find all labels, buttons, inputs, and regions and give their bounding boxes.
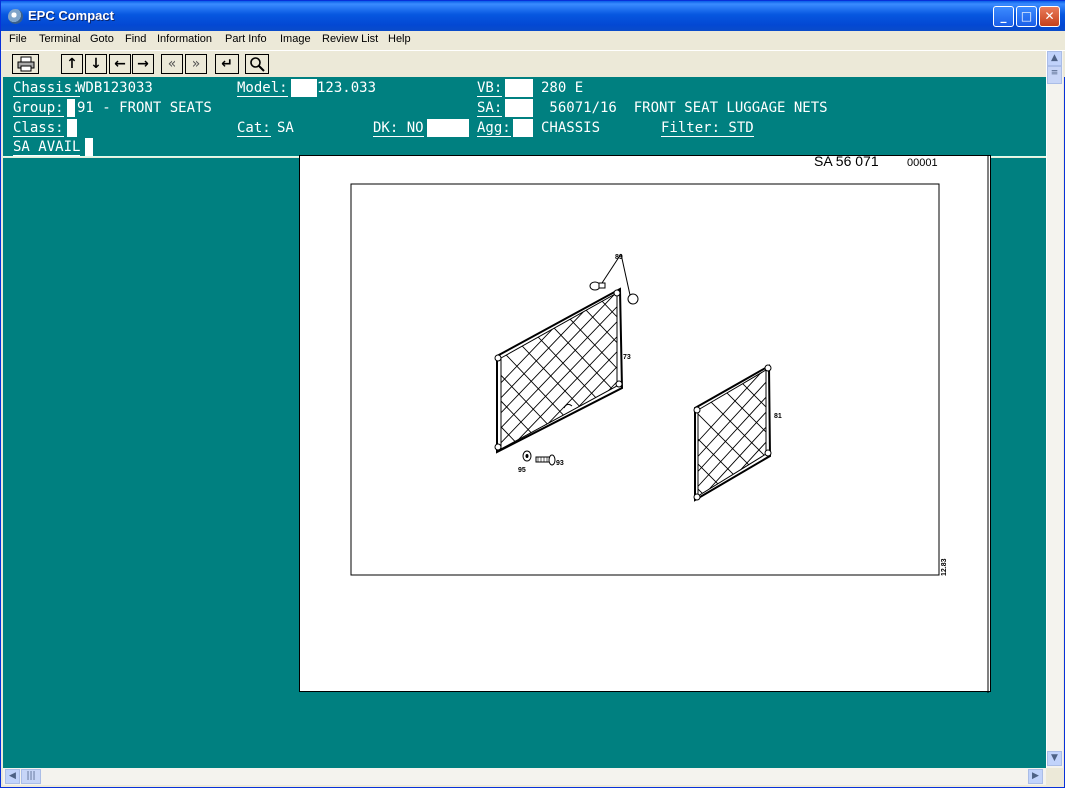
menu-file[interactable]: File <box>9 33 27 45</box>
menu-review-list[interactable]: Review List <box>322 33 378 45</box>
first-page-button[interactable]: « <box>161 54 183 74</box>
drawing-svg: SA 56 071 00001 12.83 89 73 81 95 93 <box>350 153 989 693</box>
menu-bar: File Terminal Goto Find Information Part… <box>1 31 1065 50</box>
group-label: Group: <box>13 100 64 117</box>
callout-81: 81 <box>774 413 782 420</box>
search-button[interactable] <box>245 54 269 74</box>
menu-goto[interactable]: Goto <box>90 33 114 45</box>
dk-label: DK: NO <box>373 120 424 137</box>
scroll-right-button[interactable]: ▶ <box>1028 769 1043 784</box>
search-icon <box>250 57 265 72</box>
small-luggage-net <box>693 364 772 502</box>
cat-label: Cat: <box>237 120 271 137</box>
vb-field-box <box>505 79 533 97</box>
scroll-left-button[interactable]: ◀ <box>5 769 20 784</box>
minimize-button[interactable]: _ <box>993 6 1014 27</box>
class-field-box <box>67 119 77 137</box>
menu-information[interactable]: Information <box>157 33 212 45</box>
horizontal-scroll-thumb[interactable]: ||| <box>21 769 41 784</box>
scrollbar-corner <box>1046 768 1063 785</box>
down-arrow-icon: ↓ <box>90 56 102 72</box>
agg-label: Agg: <box>477 120 511 137</box>
chassis-label: Chassis: <box>13 80 81 97</box>
drawing-ref: SA 56 071 <box>814 156 879 169</box>
screw-and-washer <box>522 450 556 466</box>
vertical-scrollbar[interactable]: ▲ ≡ ▼ <box>1046 51 1063 768</box>
menu-terminal[interactable]: Terminal <box>39 33 81 45</box>
up-arrow-icon: ↑ <box>66 56 78 72</box>
double-left-icon: « <box>167 56 177 72</box>
callout-95: 95 <box>518 467 526 474</box>
app-window: EPC Compact _ □ ✕ File Terminal Goto Fin… <box>0 0 1065 788</box>
sa-label: SA: <box>477 100 503 117</box>
app-icon <box>8 9 23 24</box>
enter-icon: ↵ <box>221 56 233 72</box>
agg-field-box <box>513 119 533 137</box>
menu-image[interactable]: Image <box>280 33 311 45</box>
double-right-icon: » <box>191 56 201 72</box>
large-luggage-net <box>494 287 624 454</box>
toolbar: ↑ ↓ ← → « » ↵ <box>1 50 1065 77</box>
model-value: 123.033 <box>317 80 377 96</box>
left-arrow-button[interactable]: ← <box>109 54 131 74</box>
vb-value: 280 E <box>541 80 584 96</box>
menu-help[interactable]: Help <box>388 33 411 45</box>
group-field-box <box>67 99 75 117</box>
parts-drawing[interactable]: SA 56 071 00001 12.83 89 73 81 95 93 <box>299 153 991 693</box>
sa-avail-label: SA AVAIL <box>13 139 81 156</box>
cat-value: SA <box>277 120 294 136</box>
window-title: EPC Compact <box>28 8 114 23</box>
print-button[interactable] <box>12 54 39 74</box>
title-bar[interactable]: EPC Compact _ □ ✕ <box>1 1 1065 31</box>
sa-avail-field-box <box>85 138 93 156</box>
scroll-up-button[interactable]: ▲ <box>1047 51 1062 66</box>
callout-93: 93 <box>556 460 564 467</box>
left-arrow-icon: ← <box>114 56 126 72</box>
scroll-down-button[interactable]: ▼ <box>1047 751 1062 766</box>
maximize-button[interactable]: □ <box>1016 6 1037 27</box>
drawing-date: 12.83 <box>941 558 948 576</box>
callout-73: 73 <box>623 354 631 361</box>
chassis-value: WDB123033 <box>77 80 153 96</box>
horizontal-scrollbar[interactable]: ◀ ||| ▶ <box>3 768 1046 785</box>
vertical-scroll-thumb[interactable]: ≡ <box>1047 66 1062 84</box>
clip-parts <box>589 253 639 305</box>
agg-value: CHASSIS <box>541 120 601 136</box>
drawing-ref-num: 00001 <box>907 157 938 169</box>
filter-label: Filter: STD <box>661 120 754 137</box>
right-arrow-icon: → <box>137 56 149 72</box>
sa-value: 56071/16 FRONT SEAT LUGGAGE NETS <box>541 100 828 116</box>
down-arrow-button[interactable]: ↓ <box>85 54 107 74</box>
class-label: Class: <box>13 120 64 137</box>
last-page-button[interactable]: » <box>185 54 207 74</box>
model-field-box <box>291 79 317 97</box>
printer-icon <box>17 56 34 72</box>
vehicle-header: Chassis: WDB123033 Model: 123.033 VB: 28… <box>3 77 1046 157</box>
callout-89: 89 <box>615 254 623 261</box>
vb-label: VB: <box>477 80 503 97</box>
right-arrow-button[interactable]: → <box>132 54 154 74</box>
menu-find[interactable]: Find <box>125 33 146 45</box>
dk-field-box <box>427 119 469 137</box>
close-button[interactable]: ✕ <box>1039 6 1060 27</box>
enter-button[interactable]: ↵ <box>215 54 239 74</box>
up-arrow-button[interactable]: ↑ <box>61 54 83 74</box>
drawing-frame <box>350 183 940 576</box>
sa-field-box <box>505 99 533 117</box>
group-value: 91 - FRONT SEATS <box>77 100 212 116</box>
menu-part-info[interactable]: Part Info <box>225 33 267 45</box>
model-label: Model: <box>237 80 288 97</box>
